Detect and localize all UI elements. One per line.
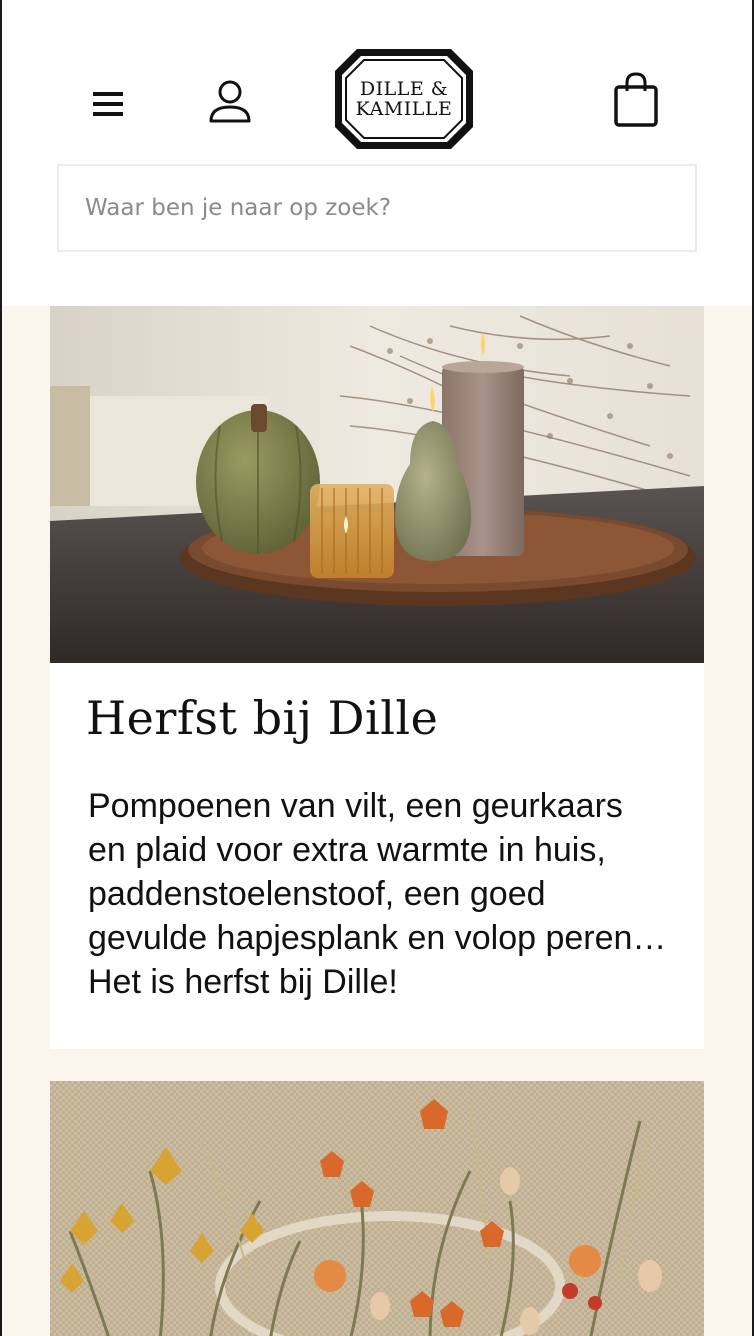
logo-text: DILLE & KAMILLE [333,47,475,151]
user-icon [209,80,251,123]
article-title[interactable]: Herfst bij Dille [86,691,438,745]
account-button[interactable] [204,74,256,128]
site-header: DILLE & KAMILLE [0,0,754,306]
hamburger-icon [93,92,123,116]
main-content: Herfst bij Dille Pompoenen van vilt, een… [0,306,754,1336]
article-card[interactable]: Herfst bij Dille Pompoenen van vilt, een… [50,306,704,1049]
menu-button[interactable] [86,82,130,126]
search-input[interactable] [85,166,695,250]
search-box[interactable] [57,164,697,252]
article-description: Pompoenen van vilt, een geurkaars en pla… [88,787,667,1001]
brand-logo[interactable]: DILLE & KAMILLE [333,47,475,151]
dried-flowers-image [50,1081,704,1336]
article-card[interactable] [50,1081,704,1336]
cart-button[interactable] [608,70,664,130]
autumn-candles-image [50,306,704,663]
logo-line-2: KAMILLE [355,98,453,120]
shopping-bag-icon [614,72,658,127]
logo-line-1: DILLE & [359,78,449,100]
